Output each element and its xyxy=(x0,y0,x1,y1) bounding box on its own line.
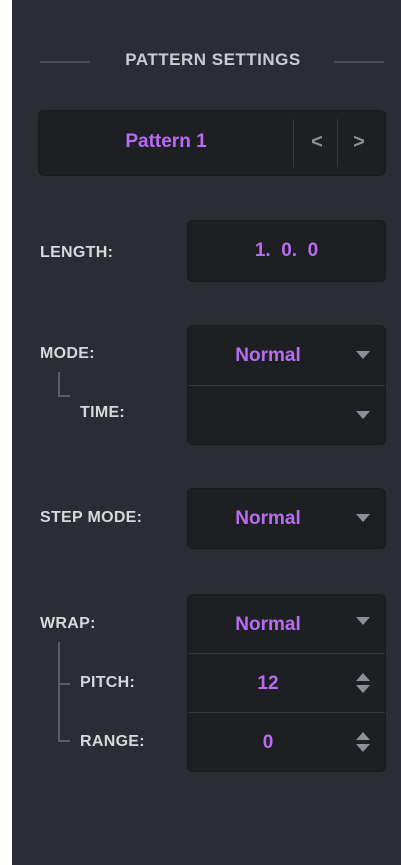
wrap-dropdown-arrow-icon xyxy=(356,617,370,625)
pattern-selector: Pattern 1 < > xyxy=(38,110,386,176)
step-mode-label: STEP MODE: xyxy=(40,509,143,526)
range-decrement-icon[interactable] xyxy=(356,744,370,752)
mode-dropdown[interactable]: Normal xyxy=(188,326,385,385)
pattern-name[interactable]: Pattern 1 xyxy=(39,131,293,153)
pitch-stepper[interactable]: 12 xyxy=(188,654,385,712)
next-pattern-button[interactable]: > xyxy=(343,125,375,159)
header-divider-left xyxy=(40,61,90,63)
wrap-value: Normal xyxy=(235,614,301,635)
mode-tree-line xyxy=(58,372,60,396)
pitch-spinner-icon[interactable] xyxy=(356,673,370,695)
pitch-value: 12 xyxy=(257,673,279,694)
step-mode-dropdown[interactable]: Normal xyxy=(187,488,386,549)
range-label: RANGE: xyxy=(80,733,145,750)
step-mode-dropdown-arrow-icon xyxy=(356,514,370,522)
mode-value: Normal xyxy=(235,345,301,366)
wrap-dropdown[interactable]: Normal xyxy=(188,595,385,653)
header-divider-right xyxy=(334,61,384,63)
wrap-label: WRAP: xyxy=(40,615,96,632)
range-spinner-icon[interactable] xyxy=(356,732,370,754)
mode-dropdown-arrow-icon xyxy=(356,351,370,359)
length-value: 1. 0. 0 xyxy=(254,240,319,261)
length-label: LENGTH: xyxy=(40,244,114,261)
pitch-increment-icon[interactable] xyxy=(356,673,370,681)
mode-tree-branch xyxy=(58,395,70,397)
range-stepper[interactable]: 0 xyxy=(188,713,385,771)
section-title: PATTERN SETTINGS xyxy=(125,50,301,69)
range-value: 0 xyxy=(262,732,274,753)
section-header: PATTERN SETTINGS xyxy=(12,44,401,78)
step-mode-value: Normal xyxy=(235,508,301,529)
range-tree-branch xyxy=(58,740,70,742)
pattern-divider xyxy=(293,119,294,167)
wrap-tree-line xyxy=(58,642,60,742)
pitch-tree-branch xyxy=(58,683,70,685)
pitch-label: PITCH: xyxy=(80,674,136,691)
wrap-group: Normal 12 0 xyxy=(187,594,386,772)
time-label: TIME: xyxy=(80,404,126,421)
mode-label: MODE: xyxy=(40,345,95,362)
time-dropdown-arrow-icon xyxy=(356,411,370,419)
range-increment-icon[interactable] xyxy=(356,732,370,740)
time-dropdown[interactable] xyxy=(188,386,385,444)
nav-divider xyxy=(337,119,338,167)
mode-group: Normal xyxy=(187,325,386,445)
previous-pattern-button[interactable]: < xyxy=(301,125,333,159)
pitch-decrement-icon[interactable] xyxy=(356,685,370,693)
pattern-settings-panel: PATTERN SETTINGS Pattern 1 < > LENGTH: 1… xyxy=(12,0,401,865)
length-field[interactable]: 1. 0. 0 xyxy=(187,220,386,282)
